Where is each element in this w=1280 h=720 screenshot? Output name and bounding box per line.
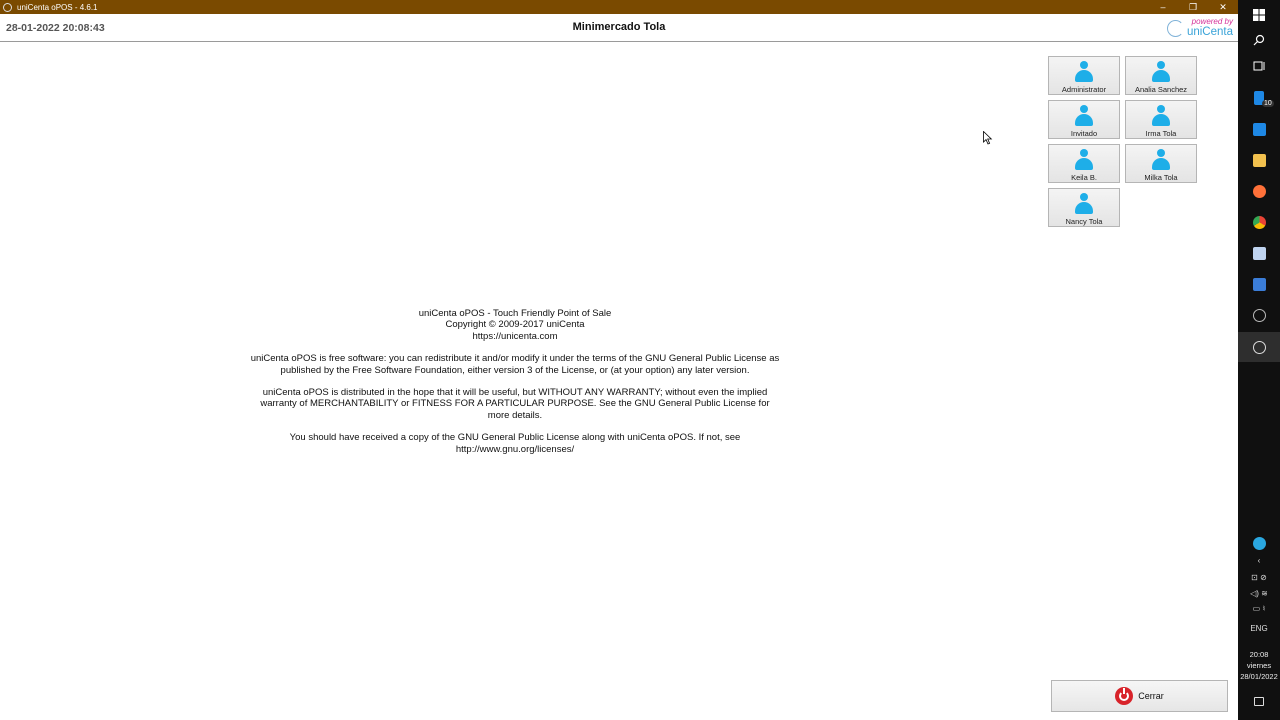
copyright-line: Copyright © 2009-2017 uniCenta (445, 319, 585, 331)
mail-icon[interactable] (1238, 114, 1280, 144)
logo-powered-by: powered by (1191, 17, 1233, 26)
user-button-administrator[interactable]: Administrator (1048, 56, 1120, 95)
license-header: uniCenta oPOS - Touch Friendly Point of … (250, 308, 780, 342)
chrome-icon[interactable] (1238, 207, 1280, 237)
license-paragraph-1: uniCenta oPOS is free software: you can … (250, 353, 780, 376)
language-indicator[interactable]: ENG (1238, 624, 1280, 633)
power-icon (1115, 687, 1134, 705)
user-name: Invitado (1070, 129, 1098, 138)
cerrar-label: Cerrar (1138, 691, 1164, 701)
chevron-left-icon[interactable]: ‹ (1238, 556, 1280, 565)
user-name: Administrator (1061, 85, 1107, 94)
user-button-invitado[interactable]: Invitado (1048, 100, 1120, 139)
user-icon (1072, 148, 1096, 172)
store-name: Minimercado Tola (572, 21, 666, 33)
license-text: uniCenta oPOS - Touch Friendly Point of … (250, 308, 780, 466)
taskbar-clock[interactable]: 20:08 viernes 28/01/2022 (1238, 649, 1280, 682)
clock-date: 28/01/2022 (1240, 672, 1278, 681)
user-icon (1149, 148, 1173, 172)
unicenta-logo: powered by uniCenta (1167, 16, 1233, 40)
windows-taskbar: 10 ‹ ⊡ ⊘ ◁) ≋ ▭ ♮ ENG 20:08 viernes 28/0… (1238, 0, 1280, 720)
user-name: Nancy Tola (1065, 217, 1103, 226)
user-icon (1149, 104, 1173, 128)
file-explorer-icon[interactable] (1238, 145, 1280, 175)
volume-icon[interactable]: ◁) ≋ (1238, 589, 1280, 598)
window-title: uniCenta oPOS - 4.6.1 (17, 2, 98, 12)
restore-button[interactable]: ❐ (1178, 0, 1208, 14)
network-status-icon[interactable]: ⊡ ⊘ (1238, 573, 1280, 582)
logo-ring-icon (1167, 20, 1184, 37)
app-icon (3, 2, 12, 12)
window-controls: – ❐ ✕ (1148, 0, 1238, 14)
task-view-icon[interactable] (1238, 51, 1280, 81)
user-button-milka-tola[interactable]: Milka Tola (1125, 144, 1197, 183)
user-button-irma-tola[interactable]: Irma Tola (1125, 100, 1197, 139)
tablet-app-icon[interactable]: 10 (1238, 83, 1280, 113)
cerrar-button[interactable]: Cerrar (1051, 680, 1228, 712)
user-name: Irma Tola (1145, 129, 1177, 138)
close-window-button[interactable]: ✕ (1208, 0, 1238, 14)
user-icon (1072, 104, 1096, 128)
user-button-nancy-tola[interactable]: Nancy Tola (1048, 188, 1120, 227)
user-name: Analia Sanchez (1134, 85, 1188, 94)
clock-day: viernes (1246, 661, 1272, 670)
app-header: 28-01-2022 20:08:43 Minimercado Tola pow… (0, 14, 1238, 42)
firefox-icon[interactable] (1238, 176, 1280, 206)
website-link[interactable]: https://unicenta.com (472, 331, 557, 342)
user-icon (1072, 60, 1096, 84)
camera-app-icon[interactable] (1238, 300, 1280, 330)
minimize-button[interactable]: – (1148, 0, 1178, 14)
calendar-app-icon[interactable] (1238, 269, 1280, 299)
user-icon (1072, 192, 1096, 216)
battery-icon[interactable]: ▭ ♮ (1238, 604, 1280, 613)
unicenta-taskbar-icon[interactable] (1238, 332, 1280, 362)
logo-brand: uniCenta (1186, 26, 1233, 38)
app-badge-count: 10 (1262, 100, 1274, 107)
license-paragraph-2: uniCenta oPOS is distributed in the hope… (260, 387, 770, 421)
clock-time: 20:08 (1249, 650, 1269, 659)
virtualbox-icon[interactable] (1238, 238, 1280, 268)
help-icon[interactable] (1238, 528, 1280, 558)
user-name: Milka Tola (1144, 173, 1178, 182)
user-button-analia-sanchez[interactable]: Analia Sanchez (1125, 56, 1197, 95)
product-tagline: uniCenta oPOS - Touch Friendly Point of … (418, 308, 612, 319)
license-paragraph-3: You should have received a copy of the G… (289, 432, 741, 455)
user-login-grid: Administrator Analia Sanchez Invitado Ir… (1048, 56, 1198, 227)
window-title-bar: uniCenta oPOS - 4.6.1 – ❐ ✕ (0, 0, 1238, 14)
notifications-icon[interactable] (1238, 686, 1280, 716)
user-name: Keila B. (1071, 173, 1097, 182)
user-icon (1149, 60, 1173, 84)
user-button-keila-b[interactable]: Keila B. (1048, 144, 1120, 183)
